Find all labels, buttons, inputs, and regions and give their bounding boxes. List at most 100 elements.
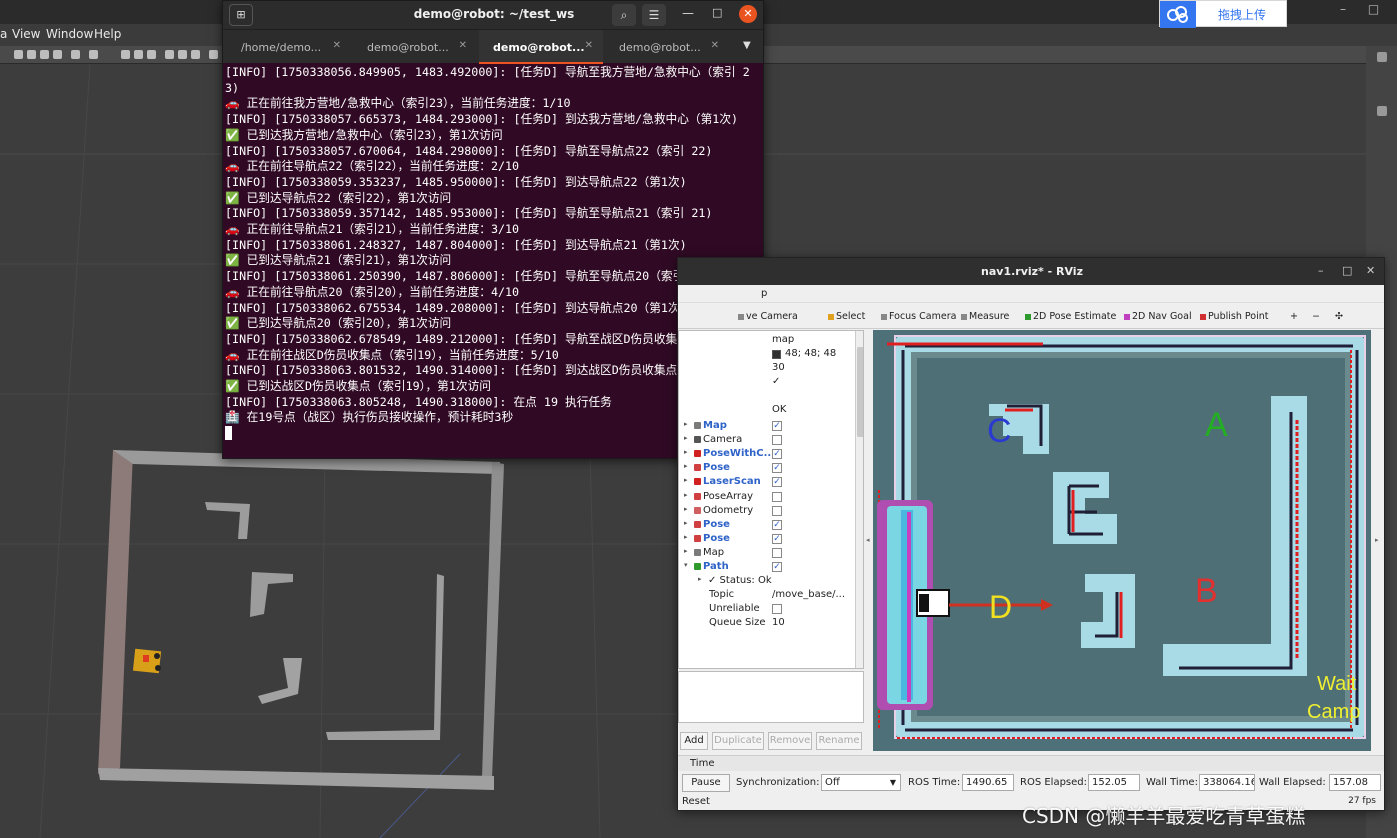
display-enabled-checkbox[interactable] xyxy=(772,491,782,502)
upload-drag-button[interactable]: 拖拽上传 xyxy=(1159,0,1287,28)
ros-elapsed-field[interactable]: 152.05 xyxy=(1088,774,1140,791)
minimize-icon[interactable]: – xyxy=(1318,264,1324,277)
rviz-tool-button[interactable]: Publish Point xyxy=(1200,311,1268,322)
screenshot-icon[interactable] xyxy=(209,50,218,59)
close-tab-icon[interactable]: ✕ xyxy=(459,40,467,51)
rviz-tool-button[interactable]: ve Camera xyxy=(738,311,798,322)
close-icon[interactable]: ✕ xyxy=(1366,264,1375,277)
search-icon[interactable]: ⌕ xyxy=(612,4,636,26)
chevron-right-icon[interactable]: ▸ xyxy=(684,491,688,499)
display-property-row[interactable]: OK xyxy=(679,403,855,417)
reset-button[interactable]: Reset xyxy=(682,796,710,807)
display-item[interactable]: ▸ Pose ✓ xyxy=(679,532,855,546)
display-enabled-checkbox[interactable]: ✓ xyxy=(772,449,782,460)
close-tab-icon[interactable]: ✕ xyxy=(711,40,719,51)
chevron-right-icon[interactable]: ▸ xyxy=(684,519,688,527)
chevron-right-icon[interactable]: ▸ xyxy=(684,547,688,555)
display-property-row[interactable]: map xyxy=(679,333,855,347)
close-tab-icon[interactable]: ✕ xyxy=(333,40,341,51)
collapse-right-icon[interactable]: ▸ xyxy=(1375,536,1379,544)
display-enabled-checkbox[interactable] xyxy=(772,435,782,446)
pause-button[interactable]: Pause xyxy=(682,774,730,792)
rviz-3d-view[interactable]: A B C D Wait Camp xyxy=(873,330,1371,751)
box-shape-icon[interactable] xyxy=(121,50,130,59)
rviz-tool-button[interactable]: + xyxy=(1290,311,1298,322)
display-property-row[interactable]: 30 xyxy=(679,361,855,375)
terminal-tab[interactable]: demo@robot... ✕ xyxy=(479,30,603,64)
display-item[interactable]: ▸ PoseArray xyxy=(679,490,855,504)
spot-light-icon[interactable] xyxy=(178,50,187,59)
panel-tool-icon[interactable] xyxy=(1377,106,1387,116)
scale-tool-icon[interactable] xyxy=(53,50,62,59)
display-item[interactable]: ▸ Map xyxy=(679,546,855,560)
minimize-icon[interactable]: — xyxy=(682,6,694,20)
display-item[interactable]: ▸ Pose ✓ xyxy=(679,518,855,532)
minimize-icon[interactable]: – xyxy=(1340,2,1346,16)
rviz-menu-help[interactable]: p xyxy=(761,288,767,299)
display-enabled-checkbox[interactable] xyxy=(772,505,782,516)
displays-scrollbar[interactable] xyxy=(855,331,863,668)
display-item[interactable]: ▾ Path ✓ xyxy=(679,560,855,574)
terminal-tab[interactable]: demo@robot... ✕ xyxy=(353,30,477,64)
display-item[interactable]: ▸ LaserScan ✓ xyxy=(679,475,855,489)
sphere-shape-icon[interactable] xyxy=(134,50,143,59)
display-enabled-checkbox[interactable]: ✓ xyxy=(772,421,782,431)
display-item[interactable]: ▸ PoseWithC... ✓ xyxy=(679,447,855,461)
chevron-right-icon[interactable]: ▸ xyxy=(684,505,688,513)
display-enabled-checkbox[interactable]: ✓ xyxy=(772,533,782,544)
display-enabled-checkbox[interactable]: ✓ xyxy=(772,463,782,474)
wall-time-field[interactable]: 338064.16 xyxy=(1199,774,1255,791)
maximize-icon[interactable]: □ xyxy=(712,6,722,19)
chevron-right-icon[interactable]: ▸ xyxy=(684,434,688,442)
close-icon[interactable]: ✕ xyxy=(739,5,757,23)
sync-select[interactable]: Off ▼ xyxy=(821,774,901,791)
collapse-left-icon[interactable]: ◂ xyxy=(866,536,870,544)
translate-tool-icon[interactable] xyxy=(27,50,36,59)
path-property-row[interactable]: Queue Size 10 xyxy=(679,616,855,630)
rviz-tool-button[interactable]: Focus Camera xyxy=(881,311,956,322)
terminal-tab[interactable]: /home/demo... ✕ xyxy=(227,30,351,64)
undo-icon[interactable] xyxy=(71,50,80,59)
rename-display-button[interactable]: Rename xyxy=(816,732,862,750)
point-light-icon[interactable] xyxy=(165,50,174,59)
maximize-icon[interactable]: □ xyxy=(1368,2,1379,16)
chevron-right-icon[interactable]: ▸ xyxy=(684,476,688,484)
path-property-row[interactable]: Unreliable xyxy=(679,602,855,616)
ros-time-field[interactable]: 1490.65 xyxy=(962,774,1014,791)
rviz-tool-button[interactable]: ✣ xyxy=(1335,311,1343,322)
rviz-tool-button[interactable]: 2D Pose Estimate xyxy=(1025,311,1116,322)
path-property-row[interactable]: Topic/move_base/... xyxy=(679,588,855,602)
add-display-button[interactable]: Add xyxy=(680,732,708,750)
rotate-tool-icon[interactable] xyxy=(40,50,49,59)
arrow-tool-icon[interactable] xyxy=(14,50,23,59)
display-enabled-checkbox[interactable] xyxy=(772,547,782,558)
display-property-row[interactable] xyxy=(679,389,855,403)
display-enabled-checkbox[interactable]: ✓ xyxy=(772,519,782,530)
panel-toggle-icon[interactable] xyxy=(1377,52,1387,62)
display-item[interactable]: ▸ Pose ✓ xyxy=(679,461,855,475)
chevron-right-icon[interactable]: ▸ xyxy=(698,575,702,583)
rviz-tool-button[interactable]: Select xyxy=(828,311,865,322)
unreliable-checkbox[interactable] xyxy=(772,604,782,615)
path-property-row[interactable]: ▸ ✓ Status: Ok xyxy=(679,574,855,588)
close-tab-icon[interactable]: ✕ xyxy=(585,40,593,51)
display-item[interactable]: ▸ Odometry xyxy=(679,504,855,518)
display-property-row[interactable]: ✓ xyxy=(679,375,855,389)
redo-icon[interactable] xyxy=(89,50,98,59)
display-item[interactable]: ▸ Map ✓ xyxy=(679,419,855,433)
gazebo-menu-help[interactable]: Help xyxy=(94,27,121,41)
chevron-right-icon[interactable]: ▸ xyxy=(684,420,688,428)
gazebo-menu-item[interactable]: a xyxy=(0,27,7,41)
gazebo-menu-window[interactable]: Window xyxy=(46,27,93,41)
wall-elapsed-field[interactable]: 157.08 xyxy=(1329,774,1381,791)
tab-list-chevron-icon[interactable]: ▼ xyxy=(743,40,751,51)
duplicate-display-button[interactable]: Duplicate xyxy=(712,732,764,750)
chevron-right-icon[interactable]: ▸ xyxy=(684,448,688,456)
chevron-right-icon[interactable]: ▸ xyxy=(684,533,688,541)
chevron-down-icon[interactable]: ▾ xyxy=(684,561,688,569)
directional-light-icon[interactable] xyxy=(191,50,200,59)
rviz-tool-button[interactable]: Measure xyxy=(961,311,1009,322)
gazebo-menu-view[interactable]: View xyxy=(12,27,40,41)
remove-display-button[interactable]: Remove xyxy=(768,732,812,750)
display-enabled-checkbox[interactable]: ✓ xyxy=(772,562,782,572)
